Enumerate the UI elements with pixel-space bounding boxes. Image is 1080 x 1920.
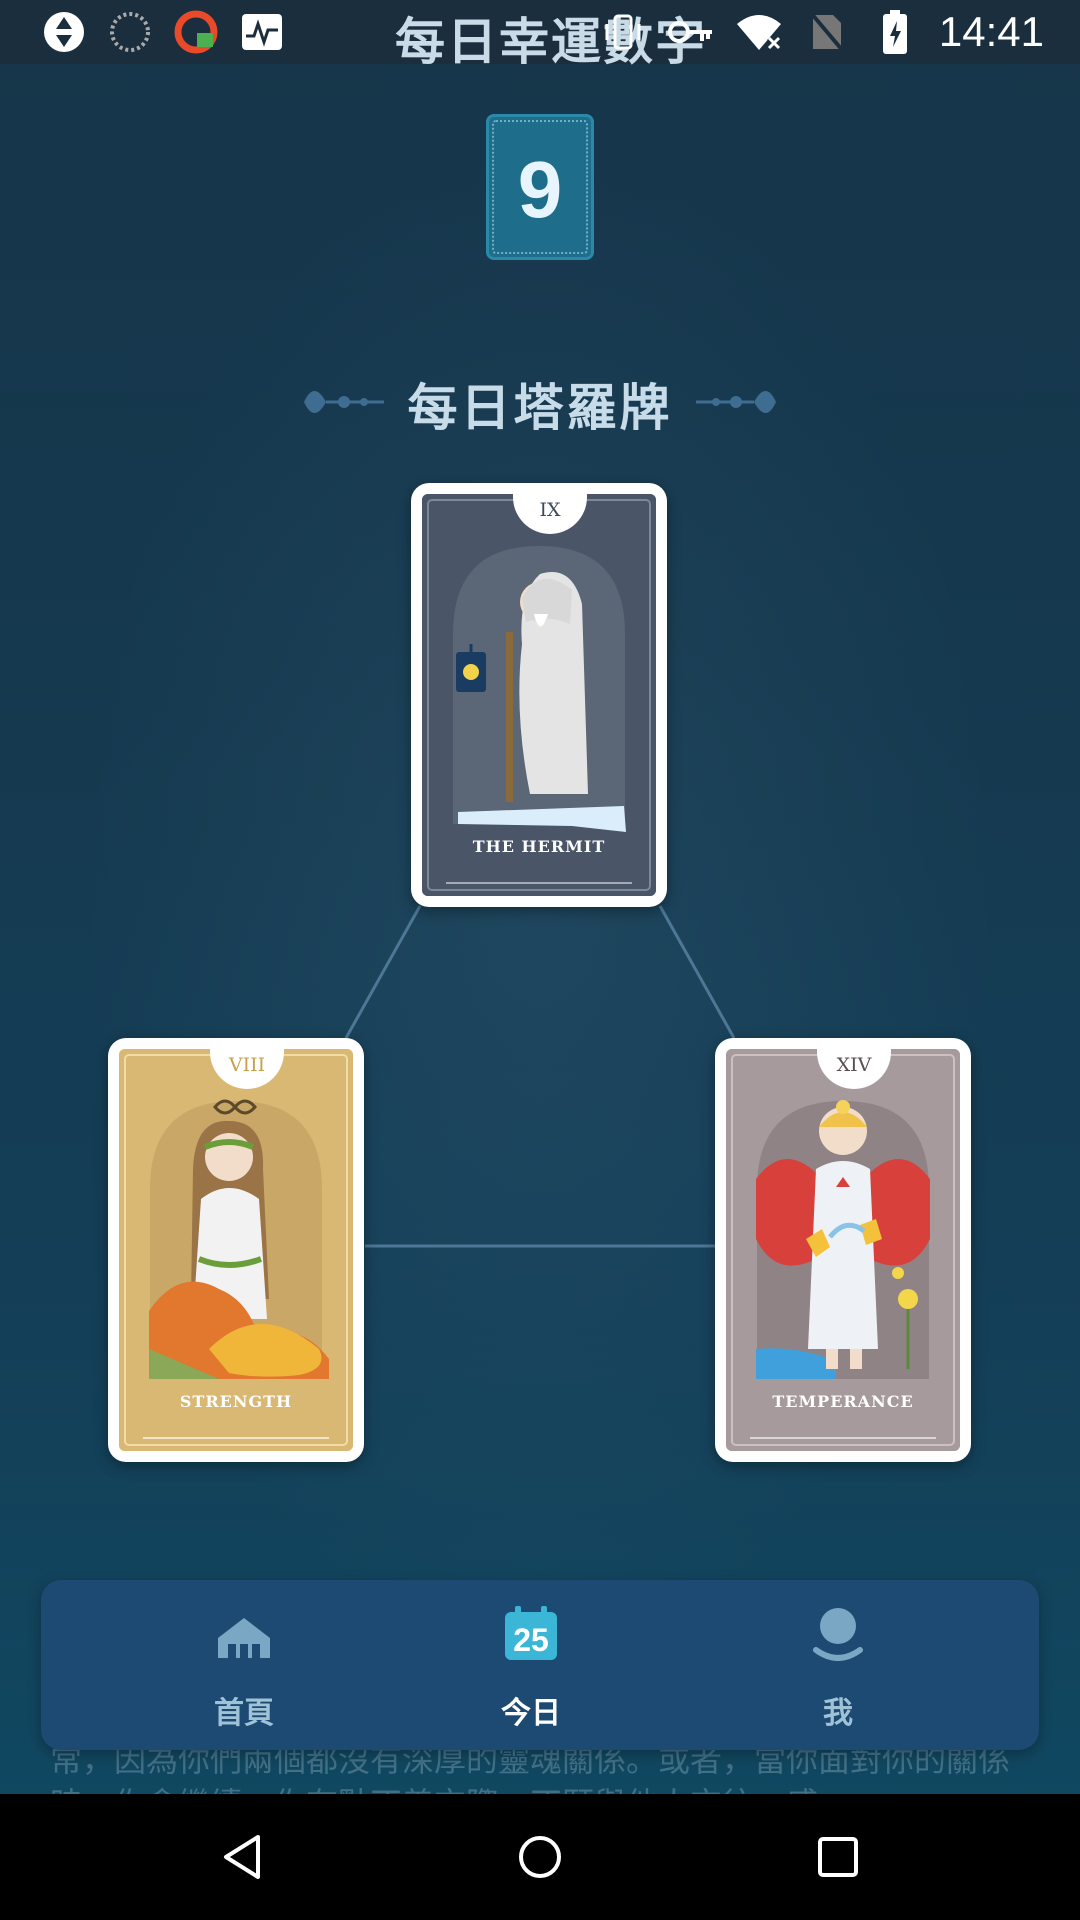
strength-illustration: [119, 1049, 353, 1451]
recents-icon[interactable]: [810, 1829, 866, 1885]
tab-me[interactable]: 我: [738, 1580, 938, 1750]
temperance-illustration: [726, 1049, 960, 1451]
tarot-card-strength[interactable]: VIII STRENGTH: [108, 1038, 364, 1462]
tarot-card-temperance[interactable]: XIV TEMPERANCE: [715, 1038, 971, 1462]
tab-label: 今日: [501, 1696, 561, 1731]
profile-icon: [813, 1608, 863, 1661]
tab-today[interactable]: 25 今日: [431, 1580, 631, 1750]
system-nav-bar: [0, 1794, 1080, 1920]
card-face: IX THE HERMIT: [422, 494, 656, 896]
card-face: XIV TEMPERANCE: [726, 1049, 960, 1451]
back-icon[interactable]: [214, 1829, 270, 1885]
tarot-card-hermit[interactable]: IX THE HERMIT: [411, 483, 667, 907]
card-divider: [143, 1437, 329, 1439]
card-face: VIII STRENGTH: [119, 1049, 353, 1451]
tab-home[interactable]: 首頁: [144, 1580, 344, 1750]
calendar-date: 25: [513, 1622, 549, 1658]
card-divider: [446, 882, 632, 884]
card-divider: [750, 1437, 936, 1439]
card-name: THE HERMIT: [472, 837, 606, 856]
home-nav-icon[interactable]: [512, 1829, 568, 1885]
tab-label: 我: [823, 1696, 853, 1731]
home-icon: [218, 1618, 270, 1658]
card-name: STRENGTH: [179, 1392, 293, 1411]
card-name: TEMPERANCE: [772, 1392, 914, 1411]
bottom-tab-bar: 首頁 25 今日 我: [41, 1580, 1039, 1750]
hermit-illustration: [422, 494, 656, 896]
tab-label: 首頁: [214, 1696, 274, 1731]
